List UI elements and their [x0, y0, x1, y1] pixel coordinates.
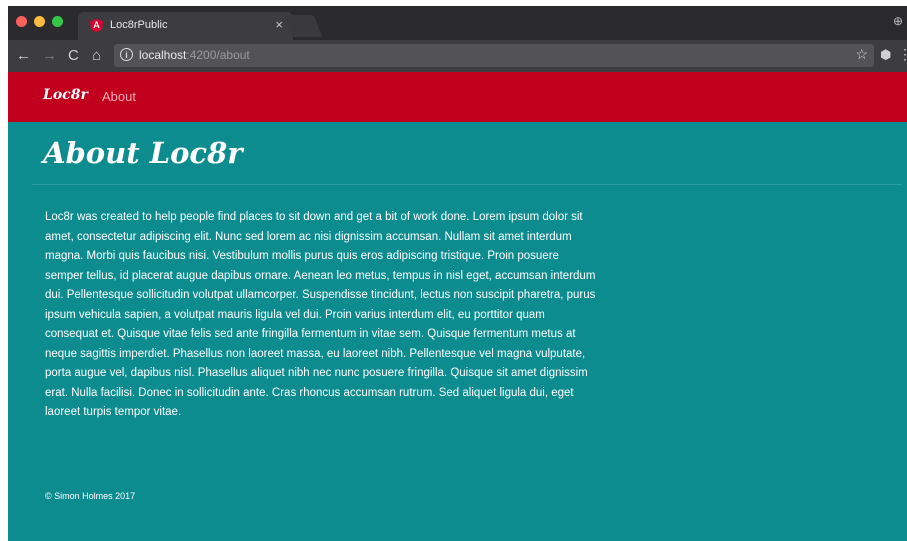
angular-favicon-icon: A: [90, 19, 103, 32]
address-bar[interactable]: i localhost:4200/about ☆: [114, 44, 874, 67]
browser-toolbar: ← → C ⌂ i localhost:4200/about ☆ ⬢ ⋮: [8, 40, 907, 72]
about-body-text: Loc8r was created to help people find pl…: [45, 211, 596, 418]
tab-loc8r-public[interactable]: A Loc8rPublic ×: [78, 12, 293, 40]
app-navbar: Loc8r About: [8, 72, 907, 122]
maximize-window-button[interactable]: [52, 16, 63, 27]
brand-logo-link[interactable]: Loc8r: [43, 87, 88, 103]
title-divider: [32, 184, 902, 185]
back-arrow-icon[interactable]: ←: [16, 46, 31, 66]
url-text[interactable]: localhost:4200/about: [139, 48, 250, 62]
page-title: About Loc8r: [43, 136, 243, 170]
bookmark-star-icon[interactable]: ☆: [855, 46, 868, 63]
reload-icon[interactable]: C: [68, 46, 79, 66]
close-window-button[interactable]: [16, 16, 27, 27]
nav-link-about[interactable]: About: [102, 89, 136, 104]
browser-menu-icon[interactable]: ⋮: [898, 46, 907, 63]
site-info-icon[interactable]: i: [120, 48, 133, 61]
minimize-window-button[interactable]: [34, 16, 45, 27]
footer-copyright: © Simon Holmes 2017: [45, 491, 136, 501]
tab-title: Loc8rPublic: [110, 19, 168, 31]
incognito-icon: ⊕: [892, 14, 903, 28]
forward-arrow-icon[interactable]: →: [42, 46, 57, 66]
extension-icon[interactable]: ⬢: [880, 47, 891, 63]
browser-window: A Loc8rPublic × ⊕ ← → C ⌂ i localhost:42…: [8, 6, 907, 541]
tab-close-icon[interactable]: ×: [275, 17, 283, 32]
url-host: localhost: [139, 48, 187, 62]
tab-strip: A Loc8rPublic × ⊕: [8, 6, 907, 40]
url-path: :4200/about: [186, 48, 250, 62]
home-icon[interactable]: ⌂: [92, 46, 101, 66]
